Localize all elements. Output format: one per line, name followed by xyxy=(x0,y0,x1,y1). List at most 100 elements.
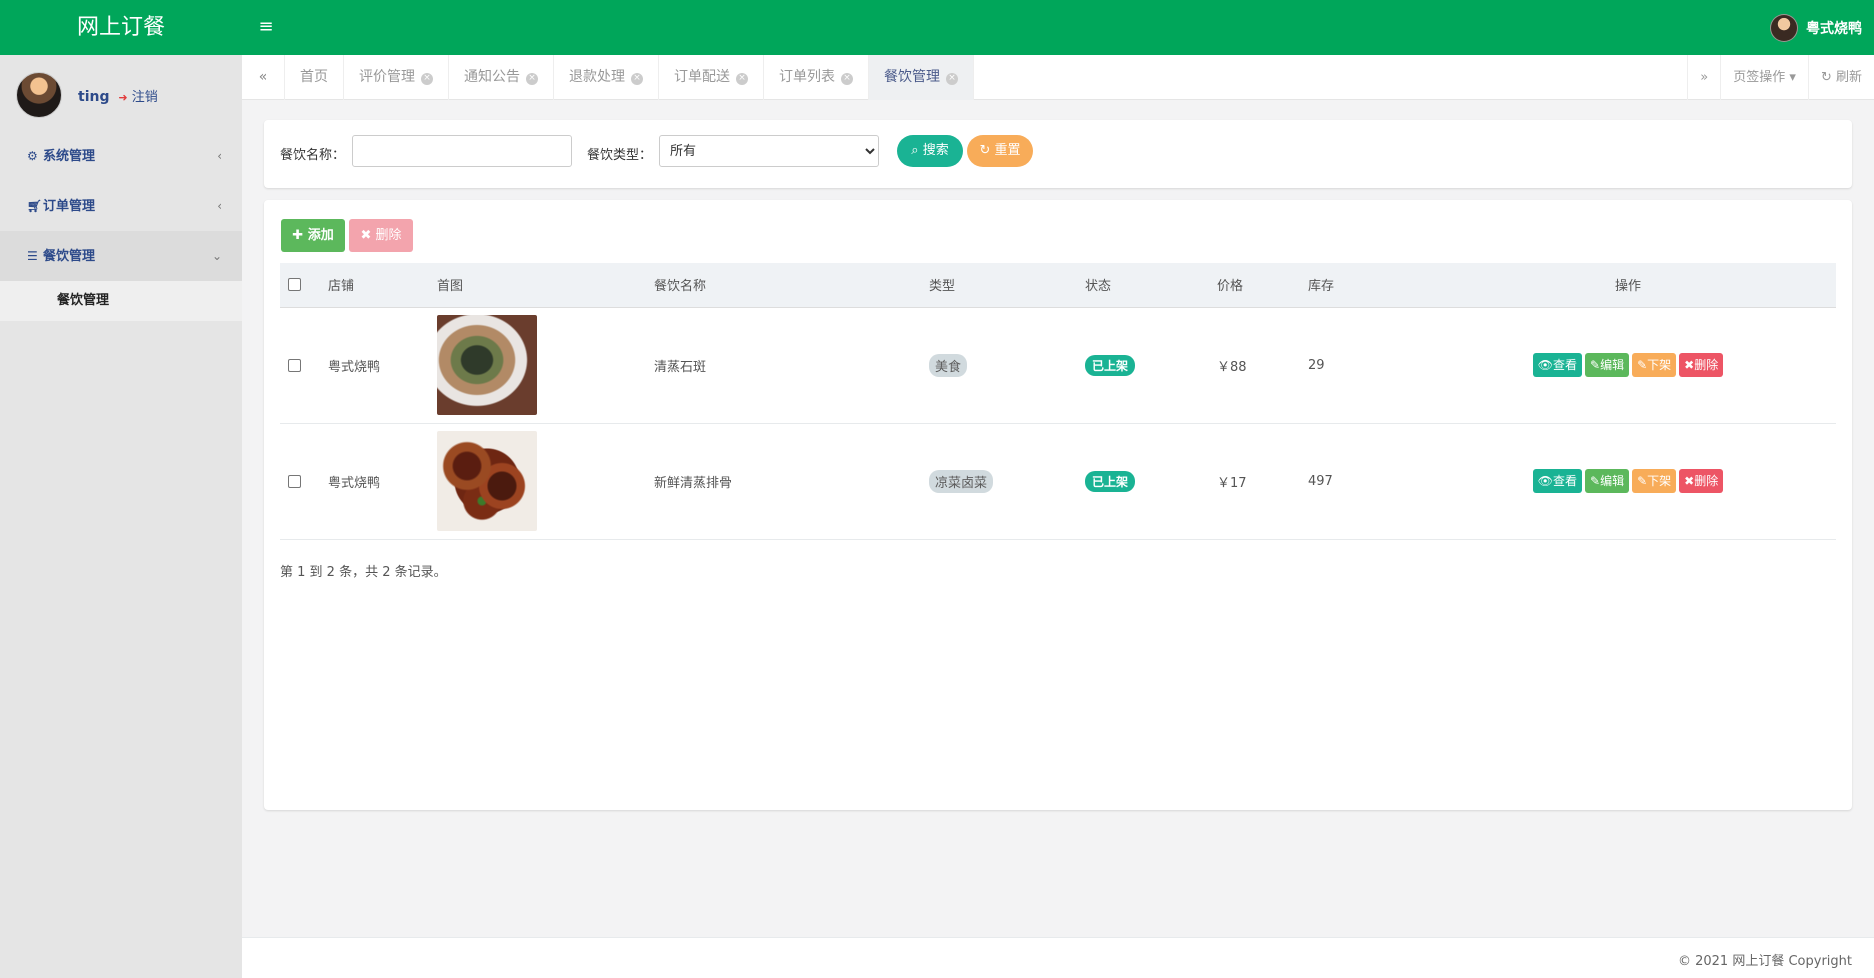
reset-button[interactable]: ↻ 重置 xyxy=(967,135,1033,167)
close-icon[interactable]: × xyxy=(526,73,538,85)
row-delete-label: 删除 xyxy=(1694,358,1719,372)
pagination-info: 第 1 到 2 条，共 2 条记录。 xyxy=(280,565,447,580)
stock-cell: 497 xyxy=(1308,473,1333,489)
refresh-icon: ↻ xyxy=(1820,70,1832,85)
tab-delivery[interactable]: 订单配送 × xyxy=(659,55,764,100)
sidebar-item-orders[interactable]: 🛒︎订单管理 ‹ xyxy=(0,181,242,231)
tab-ops-label: 页签操作 xyxy=(1733,70,1786,85)
refresh-button[interactable]: ↻ 刷新 xyxy=(1807,55,1874,100)
col-status[interactable]: 状态 xyxy=(1077,263,1209,307)
col-name[interactable]: 餐饮名称 xyxy=(646,263,921,307)
tab-notices[interactable]: 通知公告 × xyxy=(449,55,554,100)
close-icon[interactable]: × xyxy=(736,73,748,85)
row-checkbox[interactable] xyxy=(288,474,301,488)
refresh-label: 刷新 xyxy=(1835,70,1862,85)
close-icon[interactable]: × xyxy=(841,73,853,85)
view-button[interactable]: 👁︎查看 xyxy=(1532,469,1582,493)
tab-reviews[interactable]: 评价管理 × xyxy=(344,55,449,100)
close-icon[interactable]: × xyxy=(946,73,958,85)
close-icon: ✖ xyxy=(1684,474,1695,488)
select-all-checkbox[interactable] xyxy=(288,278,301,292)
avatar xyxy=(16,72,62,118)
close-icon[interactable]: × xyxy=(631,73,643,85)
tab-refunds[interactable]: 退款处理 × xyxy=(554,55,659,100)
list-icon: ☰ xyxy=(27,249,38,263)
chevron-left-icon: ‹ xyxy=(217,149,222,163)
tab-ops-dropdown[interactable]: 页签操作 ▾ xyxy=(1720,55,1808,100)
close-icon[interactable]: × xyxy=(421,73,433,85)
off-shelf-label: 下架 xyxy=(1647,358,1672,372)
status-badge: 已上架 xyxy=(1085,470,1136,492)
close-icon: ✖ xyxy=(1684,358,1695,372)
stock-cell: 29 xyxy=(1308,357,1325,373)
col-price[interactable]: 价格 xyxy=(1209,263,1300,307)
menu-toggle-icon[interactable]: ≡ xyxy=(256,17,276,37)
top-user-menu[interactable]: 粤式烧鸭 xyxy=(1770,12,1862,44)
col-image: 首图 xyxy=(437,279,464,295)
add-button[interactable]: ✚ 添加 xyxy=(281,219,345,252)
gear-icon: ⚙ xyxy=(27,149,38,163)
sidebar-item-label: 系统管理 xyxy=(43,149,96,164)
row-delete-label: 删除 xyxy=(1694,474,1719,488)
top-header: 网上订餐 ≡ 粤式烧鸭 xyxy=(0,0,1874,55)
sidebar-item-catering[interactable]: ☰ 餐饮管理 ⌄ xyxy=(0,231,242,281)
add-label: 添加 xyxy=(307,228,334,243)
food-image[interactable] xyxy=(437,431,537,531)
reset-button-label: 重置 xyxy=(994,143,1021,158)
app-brand[interactable]: 网上订餐 xyxy=(0,0,242,55)
image-cell xyxy=(429,307,646,423)
type-badge: 美食 xyxy=(929,353,968,377)
user-panel: ting ➜ 注销 xyxy=(16,71,236,119)
eye-icon: 👁︎ xyxy=(1537,358,1553,372)
sidebar-subitem-catering[interactable]: 餐饮管理 xyxy=(0,281,242,321)
tab-label: 首页 xyxy=(300,69,328,85)
edit-label: 编辑 xyxy=(1600,358,1625,372)
tabs-bar: « 首页 评价管理 × 通知公告 × 退款处理 × 订单配送 × 订单列表 × 餐饮管理 ×… xyxy=(242,55,1874,100)
row-select-cell xyxy=(280,423,320,539)
food-image[interactable] xyxy=(437,315,537,415)
row-checkbox[interactable] xyxy=(288,358,301,372)
sidebar-item-label: 订单管理 xyxy=(43,199,96,214)
search-button[interactable]: ⌕ 搜索 xyxy=(897,135,963,167)
table-row: 粤式烧鸭 新鲜清蒸排骨 凉菜卤菜 已上架 ￥17 497 👁︎查看 ✎编辑 ✎下… xyxy=(280,423,1836,539)
tab-home[interactable]: 首页 xyxy=(285,55,344,100)
tab-label: 餐饮管理 xyxy=(884,69,940,85)
tab-list: 首页 评价管理 × 通知公告 × 退款处理 × 订单配送 × 订单列表 × 餐饮管理 × xyxy=(285,55,974,100)
col-stock[interactable]: 库存 xyxy=(1300,263,1420,307)
col-shop[interactable]: 店铺 xyxy=(320,263,429,307)
row-select-cell xyxy=(280,307,320,423)
search-icon: ⌕ xyxy=(911,143,919,158)
avatar xyxy=(1770,14,1798,42)
table-header-row: 店铺 首图 餐饮名称 类型 状态 价格 库存 操作 xyxy=(280,263,1836,307)
off-shelf-button[interactable]: ✎下架 xyxy=(1632,353,1677,377)
name-input[interactable] xyxy=(352,135,572,167)
delete-label: 删除 xyxy=(375,228,402,243)
off-shelf-button[interactable]: ✎下架 xyxy=(1632,469,1677,493)
edit-icon: ✎ xyxy=(1637,474,1648,488)
sidebar-item-system[interactable]: ⚙ 系统管理 ‹ xyxy=(0,131,242,181)
chevron-left-icon: ‹ xyxy=(217,199,222,213)
row-delete-button[interactable]: ✖删除 xyxy=(1679,469,1724,493)
edit-icon: ✎ xyxy=(1590,358,1601,372)
search-button-label: 搜索 xyxy=(922,143,949,158)
logout-link[interactable]: ➜ 注销 xyxy=(118,90,157,105)
row-delete-button[interactable]: ✖删除 xyxy=(1679,353,1724,377)
tab-scroll-left-icon[interactable]: « xyxy=(242,55,285,100)
catering-table: 店铺 首图 餐饮名称 类型 状态 价格 库存 操作 粤式烧鸭 清蒸石斑 美食 已… xyxy=(280,263,1836,540)
edit-button[interactable]: ✎编辑 xyxy=(1585,469,1630,493)
eye-icon: 👁︎ xyxy=(1537,474,1553,488)
tab-scroll-right-icon[interactable]: » xyxy=(1687,55,1720,100)
view-button[interactable]: 👁︎查看 xyxy=(1532,353,1582,377)
refresh-icon: ↻ xyxy=(979,143,991,158)
logout-label: 注销 xyxy=(131,89,158,105)
delete-button[interactable]: ✖ 删除 xyxy=(349,219,413,252)
logout-icon: ➜ xyxy=(118,90,128,104)
edit-button[interactable]: ✎编辑 xyxy=(1585,353,1630,377)
col-type[interactable]: 类型 xyxy=(921,263,1077,307)
tab-order-list[interactable]: 订单列表 × xyxy=(764,55,869,100)
tab-catering[interactable]: 餐饮管理 × xyxy=(869,55,974,100)
status-badge: 已上架 xyxy=(1085,354,1136,376)
edit-icon: ✎ xyxy=(1590,474,1601,488)
type-badge: 凉菜卤菜 xyxy=(929,469,994,493)
type-select[interactable]: 所有 xyxy=(659,135,879,167)
